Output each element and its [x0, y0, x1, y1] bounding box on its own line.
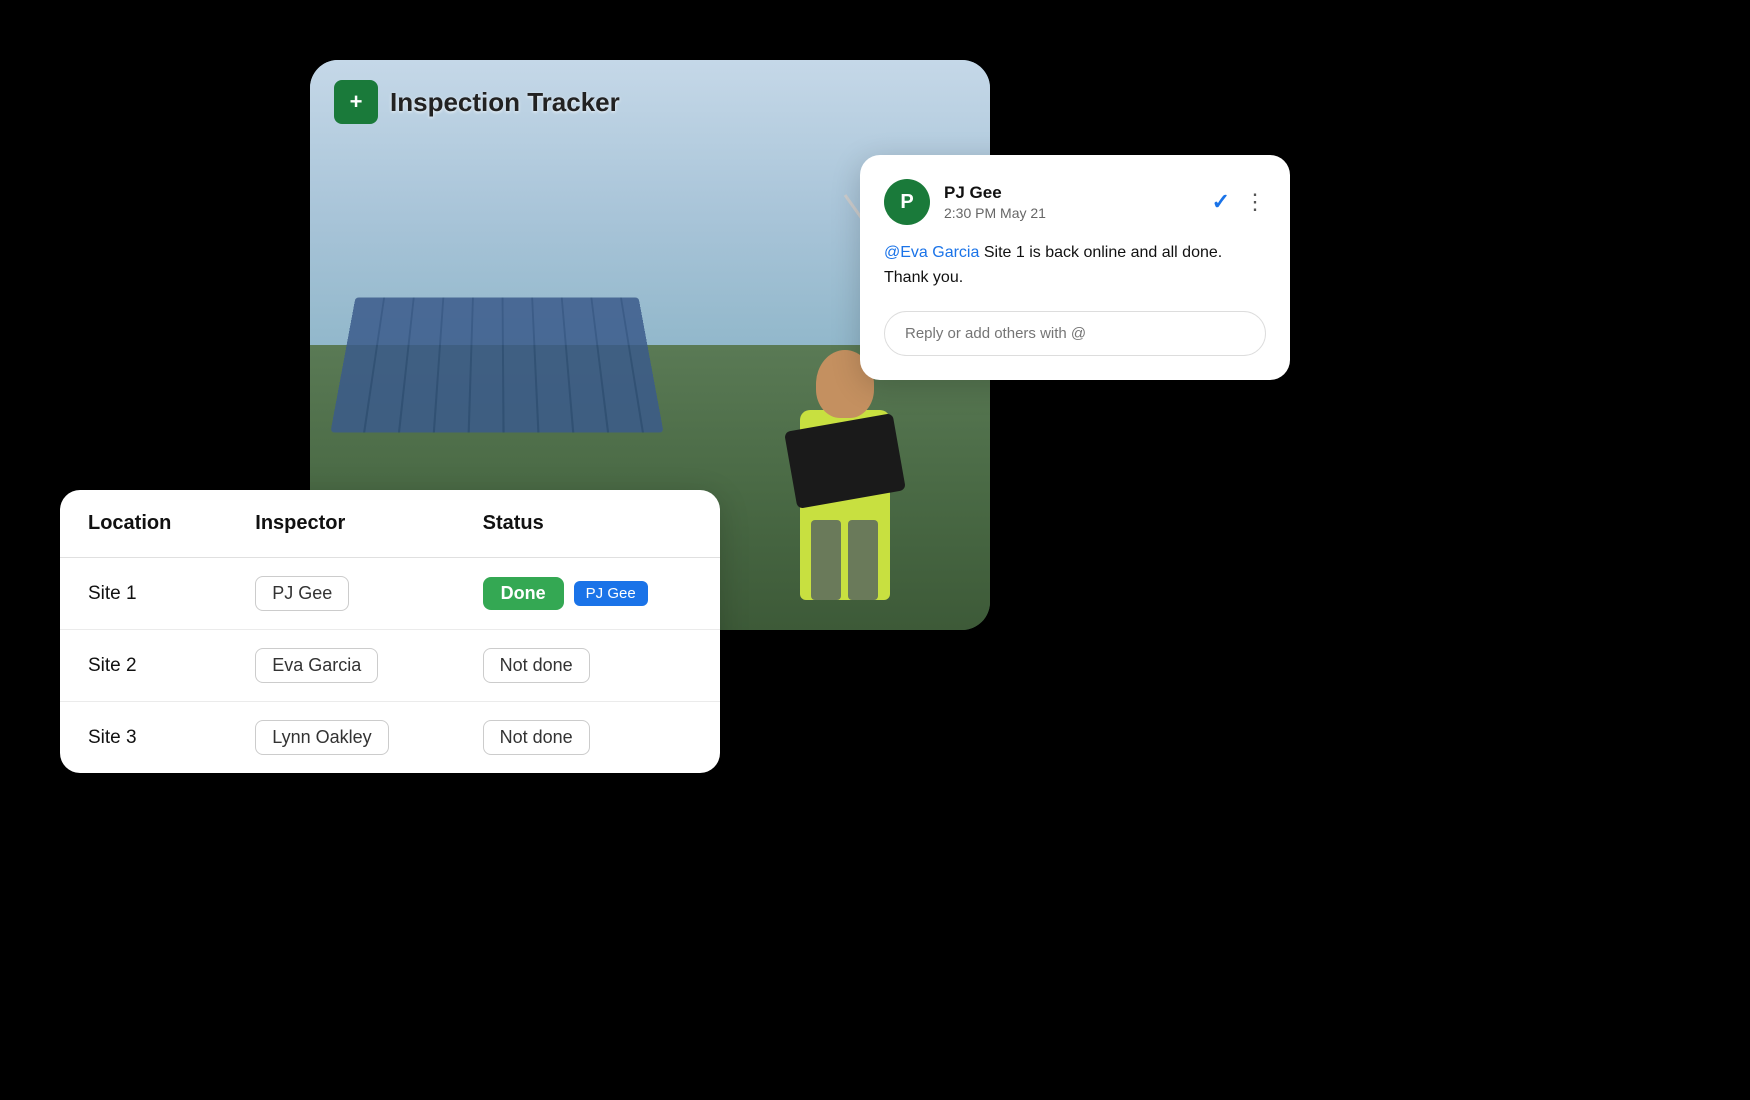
status-badge-notdone-2: Not done: [483, 648, 590, 683]
check-icon[interactable]: ✓: [1212, 189, 1230, 215]
status-badge-notdone-3: Not done: [483, 720, 590, 755]
col-header-location: Location: [60, 490, 227, 558]
table-card: Location Inspector Status Site 1 PJ Gee …: [60, 490, 720, 773]
col-header-inspector: Inspector: [227, 490, 454, 558]
cell-location-2: Site 2: [60, 630, 227, 702]
user-tag-pjgee: PJ Gee: [574, 581, 648, 606]
more-options-icon[interactable]: ⋮: [1244, 189, 1266, 215]
status-cell-1: Done PJ Gee: [483, 577, 692, 610]
comment-timestamp: 2:30 PM May 21: [944, 205, 1198, 221]
person-leg-left: [811, 520, 841, 600]
table-header-row: Location Inspector Status: [60, 490, 720, 558]
data-table: Location Inspector Status Site 1 PJ Gee …: [60, 490, 720, 773]
cell-status-1: Done PJ Gee: [455, 558, 720, 630]
col-header-status: Status: [455, 490, 720, 558]
inspector-pill-2[interactable]: Eva Garcia: [255, 648, 378, 683]
tracker-icon-symbol: +: [350, 89, 363, 115]
tracker-icon: +: [334, 80, 378, 124]
cell-status-2: Not done: [455, 630, 720, 702]
comment-actions: ✓ ⋮: [1212, 189, 1266, 215]
inspector-pill-3[interactable]: Lynn Oakley: [255, 720, 388, 755]
cell-inspector-1: PJ Gee: [227, 558, 454, 630]
scene: + Inspection Tracker P PJ Gee 2:30 PM Ma…: [0, 0, 1750, 1100]
table-row: Site 1 PJ Gee Done PJ Gee: [60, 558, 720, 630]
mention-tag: @Eva Garcia: [884, 244, 979, 261]
table-row: Site 3 Lynn Oakley Not done: [60, 702, 720, 774]
comment-card: P PJ Gee 2:30 PM May 21 ✓ ⋮ @Eva Garcia …: [860, 155, 1290, 380]
inspector-pill-1[interactable]: PJ Gee: [255, 576, 349, 611]
commenter-avatar: P: [884, 179, 930, 225]
cell-inspector-3: Lynn Oakley: [227, 702, 454, 774]
table-header: Location Inspector Status: [60, 490, 720, 558]
cell-location-3: Site 3: [60, 702, 227, 774]
status-badge-done: Done: [483, 577, 564, 610]
comment-body: @Eva Garcia Site 1 is back online and al…: [884, 241, 1266, 291]
tracker-title: Inspection Tracker: [390, 87, 620, 118]
person-leg-right: [848, 520, 878, 600]
table-body: Site 1 PJ Gee Done PJ Gee Site 2: [60, 558, 720, 774]
cell-inspector-2: Eva Garcia: [227, 630, 454, 702]
tracker-header: + Inspection Tracker: [334, 80, 620, 124]
comment-meta: PJ Gee 2:30 PM May 21: [944, 183, 1198, 221]
reply-input[interactable]: [884, 311, 1266, 356]
cell-location-1: Site 1: [60, 558, 227, 630]
solar-panels: [330, 297, 663, 432]
table-row: Site 2 Eva Garcia Not done: [60, 630, 720, 702]
cell-status-3: Not done: [455, 702, 720, 774]
comment-header: P PJ Gee 2:30 PM May 21 ✓ ⋮: [884, 179, 1266, 225]
commenter-name: PJ Gee: [944, 183, 1198, 203]
